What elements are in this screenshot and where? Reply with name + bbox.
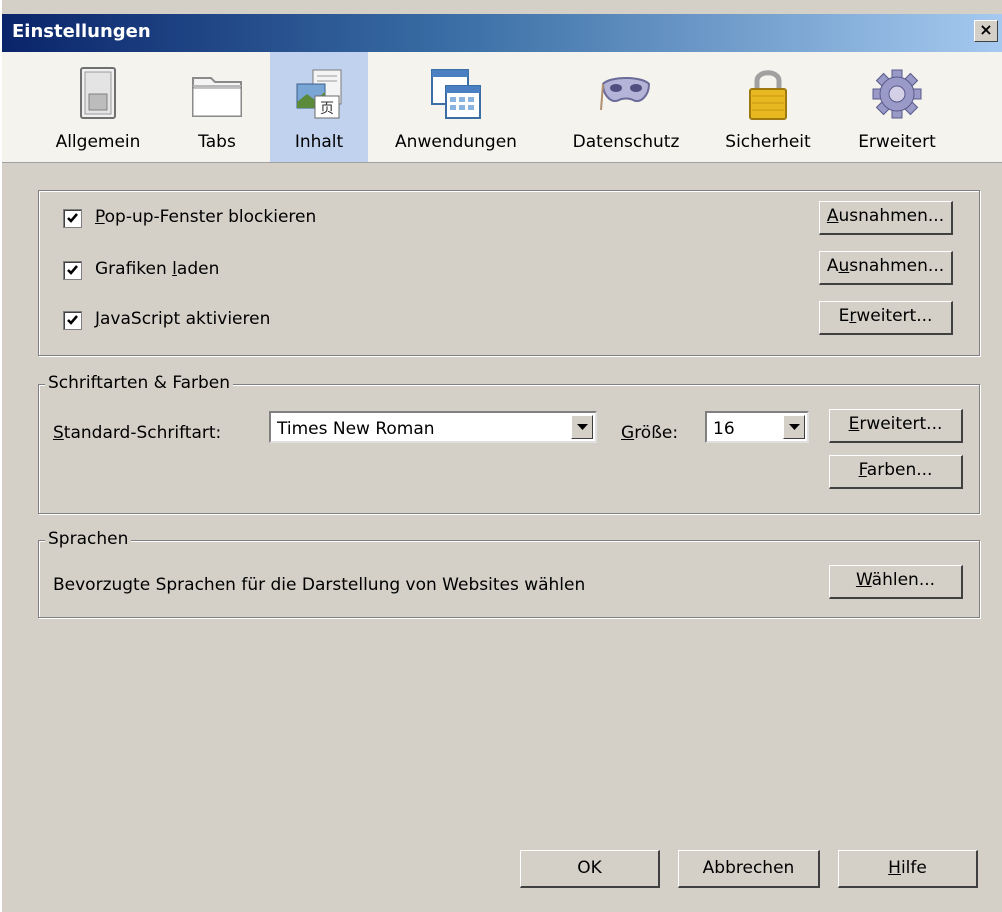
tab-label: Erweitert bbox=[858, 132, 936, 152]
images-exceptions-button[interactable]: Ausnahmen... bbox=[819, 251, 953, 285]
tab-sicherheit[interactable]: Sicherheit bbox=[710, 52, 826, 162]
languages-group: Sprachen Bevorzugte Sprachen für die Dar… bbox=[38, 529, 980, 618]
dropdown-button[interactable] bbox=[783, 415, 805, 439]
tab-label: Anwendungen bbox=[395, 132, 517, 152]
check-icon bbox=[67, 265, 78, 275]
colors-button[interactable]: Farben... bbox=[829, 455, 963, 489]
tab-label: Datenschutz bbox=[572, 132, 680, 152]
switch-icon bbox=[80, 67, 116, 119]
popup-exceptions-button[interactable]: Ausnahmen... bbox=[819, 201, 953, 235]
preferences-toolbar: Allgemein Tabs 页 Inhalt Anwendungen Date… bbox=[2, 52, 1002, 163]
content-group: Pop-up-Fenster blockieren Ausnahmen... G… bbox=[38, 190, 980, 356]
fonts-advanced-button[interactable]: Erweitert... bbox=[829, 409, 963, 443]
check-icon bbox=[67, 213, 78, 223]
choose-languages-button[interactable]: Wählen... bbox=[829, 565, 963, 599]
ok-button[interactable]: OK bbox=[520, 850, 660, 888]
popup-block-checkbox[interactable] bbox=[63, 209, 82, 228]
cancel-button[interactable]: Abbrechen bbox=[678, 850, 820, 888]
fonts-colors-group: Schriftarten & Farben Standard-Schriftar… bbox=[38, 373, 980, 514]
applications-icon bbox=[431, 69, 481, 119]
default-font-select[interactable]: Times New Roman bbox=[269, 411, 597, 443]
check-icon bbox=[67, 315, 78, 325]
dropdown-button[interactable] bbox=[571, 415, 593, 439]
popup-block-label: Pop-up-Fenster blockieren bbox=[95, 207, 317, 227]
window-title: Einstellungen bbox=[12, 21, 151, 42]
font-size-select[interactable]: 16 bbox=[705, 411, 809, 443]
javascript-advanced-button[interactable]: Erweitert... bbox=[819, 301, 953, 335]
svg-text:页: 页 bbox=[320, 101, 334, 117]
tab-tabs[interactable]: Tabs bbox=[172, 52, 262, 162]
folder-icon bbox=[192, 77, 242, 117]
load-images-checkbox[interactable] bbox=[63, 261, 82, 280]
languages-description: Bevorzugte Sprachen für die Darstellung … bbox=[53, 575, 586, 595]
font-size-value: 16 bbox=[713, 419, 735, 439]
lock-icon bbox=[749, 70, 787, 120]
close-icon: × bbox=[979, 20, 993, 39]
tab-datenschutz[interactable]: Datenschutz bbox=[556, 52, 696, 162]
languages-legend: Sprachen bbox=[45, 529, 132, 549]
gear-icon bbox=[872, 69, 922, 119]
tab-label: Inhalt bbox=[294, 132, 344, 152]
tab-inhalt[interactable]: 页 Inhalt bbox=[270, 52, 368, 162]
content-icon: 页 bbox=[296, 69, 342, 119]
tab-label: Sicherheit bbox=[725, 132, 811, 152]
javascript-label: JavaScript aktivieren bbox=[95, 309, 271, 329]
default-font-value: Times New Roman bbox=[277, 419, 435, 439]
default-font-label: Standard-Schriftart: bbox=[53, 423, 222, 443]
javascript-checkbox[interactable] bbox=[63, 311, 82, 330]
tab-label: Allgemein bbox=[55, 132, 141, 152]
tab-erweitert[interactable]: Erweitert bbox=[838, 52, 956, 162]
load-images-label: Grafiken laden bbox=[95, 259, 220, 279]
chevron-down-icon bbox=[577, 424, 588, 430]
mask-icon bbox=[600, 77, 651, 111]
tab-label: Tabs bbox=[198, 132, 236, 152]
fonts-colors-legend: Schriftarten & Farben bbox=[45, 373, 233, 393]
title-bar[interactable]: Einstellungen × bbox=[2, 14, 1002, 52]
tab-allgemein[interactable]: Allgemein bbox=[42, 52, 154, 162]
settings-window: Einstellungen × Allgemein Tabs 页 Inhalt … bbox=[0, 0, 1002, 912]
font-size-label: Größe: bbox=[621, 423, 679, 443]
tab-anwendungen[interactable]: Anwendungen bbox=[380, 52, 532, 162]
chevron-down-icon bbox=[789, 424, 800, 430]
help-button[interactable]: Hilfe bbox=[838, 850, 978, 888]
close-button[interactable]: × bbox=[974, 20, 998, 42]
